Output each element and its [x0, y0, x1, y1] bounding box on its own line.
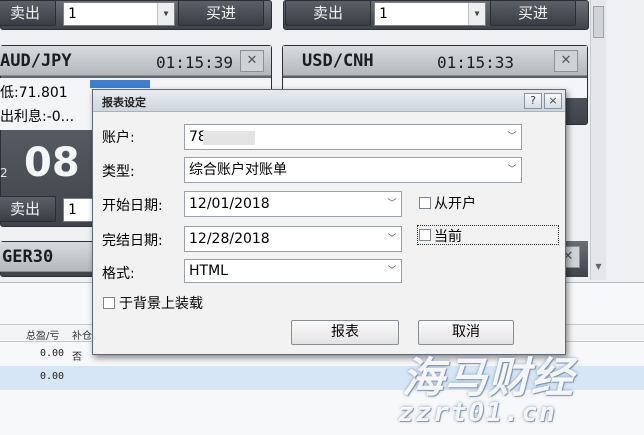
time-audjpy: 01:15:39 — [156, 53, 234, 72]
col-header-pnl: 总盈/亏 — [26, 331, 60, 342]
price-side-digit: 2 — [0, 166, 8, 180]
symbol-usdcnh: USD/CNH — [302, 51, 374, 71]
buy-button-top-right[interactable]: 买进 — [490, 0, 576, 26]
close-icon[interactable]: × — [544, 93, 562, 109]
chevron-down-icon: ▼ — [468, 3, 485, 25]
scroll-thumb[interactable] — [593, 6, 604, 38]
symbol-ger30: GER30 — [2, 247, 54, 267]
cell-pnl: 0.00 — [40, 371, 65, 382]
chevron-down-icon: ﹀ — [507, 165, 517, 175]
symbol-audjpy: AUD/JPY — [0, 51, 72, 71]
format-select[interactable]: HTML ﹀ — [184, 259, 402, 283]
chevron-down-icon: ﹀ — [387, 266, 397, 276]
report-button[interactable]: 报表 — [291, 320, 399, 345]
cell-pnl: 0.00 — [40, 348, 65, 359]
end-date-picker[interactable]: 12/28/2018 ﹀ — [184, 226, 402, 252]
chevron-down-icon: ▼ — [157, 3, 174, 25]
low-price-audjpy: 低:71.801 — [0, 85, 68, 101]
start-date-value: 12/01/2018 — [189, 196, 270, 212]
buy-button-top-left[interactable]: 买进 — [178, 0, 264, 26]
chevron-down-icon: ﹀ — [387, 234, 397, 244]
current-label: 当前 — [434, 229, 462, 245]
highlight-bar — [90, 80, 150, 88]
dialog-title: 报表设定 — [102, 96, 146, 109]
from-open-checkbox[interactable] — [419, 197, 431, 209]
help-icon[interactable]: ? — [524, 93, 542, 109]
background-load-label: 于背景上装载 — [119, 296, 203, 312]
type-label: 类型: — [102, 164, 135, 180]
chevron-down-icon: ﹀ — [387, 199, 397, 209]
quantity-select-top-left[interactable]: 1 ▼ — [63, 2, 175, 26]
masked-account-digits — [203, 131, 255, 145]
quantity-value: 1 — [68, 6, 77, 22]
scroll-down-arrow-icon[interactable]: ▼ — [593, 262, 604, 274]
format-value: HTML — [189, 263, 228, 279]
end-date-value: 12/28/2018 — [189, 231, 270, 247]
cancel-button[interactable]: 取消 — [418, 320, 514, 345]
close-icon[interactable]: ✕ — [240, 50, 264, 72]
start-date-label: 开始日期: — [102, 198, 163, 214]
start-date-picker[interactable]: 12/01/2018 ﹀ — [184, 191, 402, 217]
quantity-select-top-right[interactable]: 1 ▼ — [374, 2, 486, 26]
format-label: 格式: — [102, 266, 135, 282]
close-icon[interactable]: ✕ — [554, 50, 578, 72]
sell-button-top-left[interactable]: 卖出 — [0, 0, 56, 26]
background-load-checkbox[interactable] — [103, 297, 115, 309]
scrollbar[interactable]: ▼ — [590, 0, 606, 280]
sell-button-top-right[interactable]: 卖出 — [285, 0, 371, 26]
watermark-url: zzrt01.cn — [398, 398, 557, 428]
interest-audjpy: 出利息:-0... — [0, 109, 75, 125]
chevron-down-icon: ﹀ — [507, 132, 517, 142]
time-usdcnh: 01:15:33 — [437, 53, 515, 72]
col-header-topup: 补仓 — [72, 331, 92, 342]
price-big-digits-audjpy: 08 — [24, 140, 80, 186]
sell-button-audjpy[interactable]: 卖出 — [0, 196, 56, 222]
type-value: 综合账户对账单 — [189, 162, 287, 178]
account-select[interactable]: 78 ﹀ — [184, 124, 522, 150]
end-date-label: 完结日期: — [102, 233, 163, 249]
dialog-titlebar[interactable] — [93, 90, 565, 112]
cell-topup: 否 — [72, 352, 82, 363]
quantity-value: 1 — [68, 202, 77, 218]
watermark-brand-logo: 海马财经 — [402, 353, 575, 402]
type-select[interactable]: 综合账户对账单 ﹀ — [184, 157, 522, 183]
from-open-label: 从开户 — [434, 196, 476, 212]
account-label: 账户: — [102, 130, 135, 146]
current-checkbox[interactable] — [419, 229, 431, 241]
quantity-value: 1 — [379, 6, 388, 22]
